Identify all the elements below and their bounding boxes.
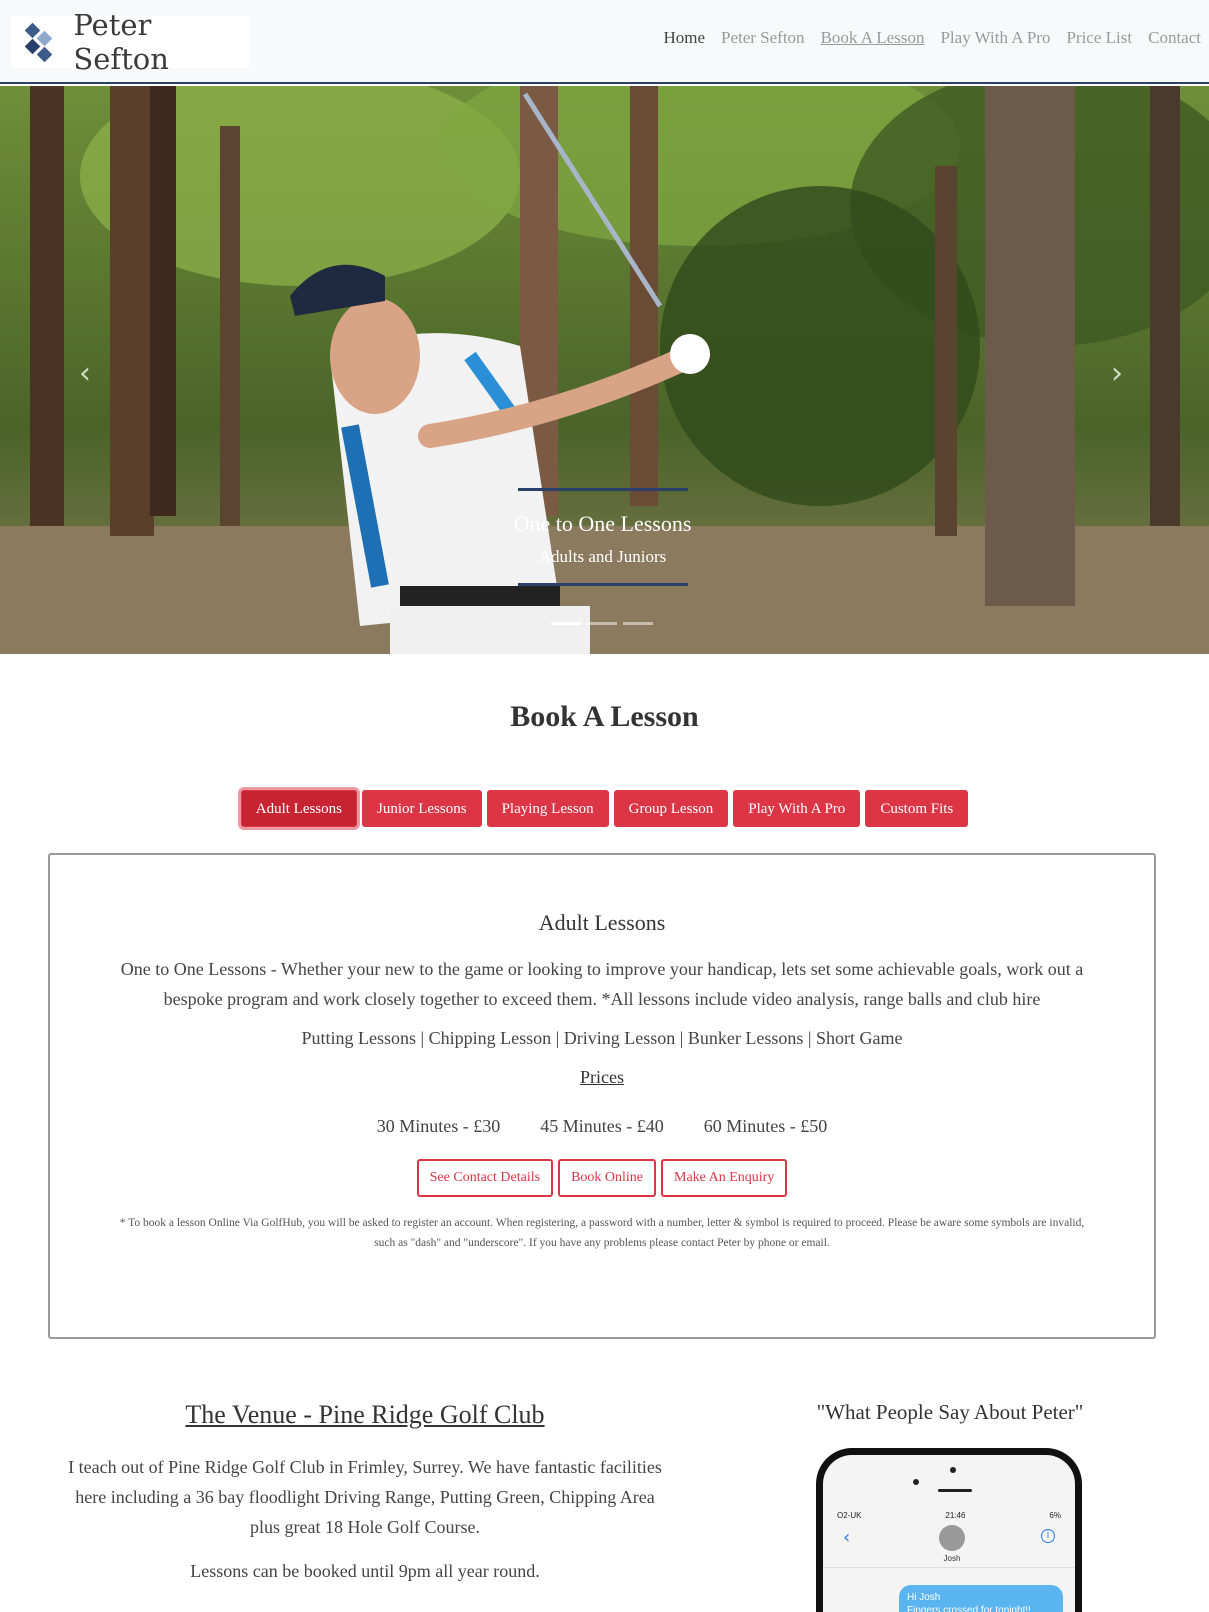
tab-junior-lessons[interactable]: Junior Lessons: [361, 790, 482, 827]
price-list: 30 Minutes - £30 45 Minutes - £40 60 Min…: [50, 1116, 1154, 1137]
tab-playing-lesson[interactable]: Playing Lesson: [486, 790, 609, 827]
price-item: 60 Minutes - £50: [703, 1116, 828, 1136]
book-online-button[interactable]: Book Online: [558, 1159, 657, 1197]
brand[interactable]: Peter Sefton: [11, 8, 249, 76]
phone-carrier: O2-UK: [837, 1511, 862, 1520]
tab-panel-adult-lessons: Adult Lessons One to One Lessons - Wheth…: [48, 853, 1156, 1339]
caption-subtitle: Adults and Juniors: [538, 547, 667, 566]
phone-contact-name: Josh: [943, 1554, 961, 1563]
venue-description: I teach out of Pine Ridge Golf Club in F…: [68, 1457, 662, 1537]
venue-section: The Venue - Pine Ridge Golf Club I teach…: [60, 1400, 670, 1586]
lesson-types: Putting Lessons | Chipping Lesson | Driv…: [301, 1028, 903, 1048]
venue-title[interactable]: The Venue - Pine Ridge Golf Club: [60, 1400, 670, 1430]
reviews-section: "What People Say About Peter" O2-UK 21:4…: [790, 1400, 1110, 1612]
message-line: Fingers crossed for tonight!!: [907, 1605, 1031, 1612]
message-bubble: Hi Josh Fingers crossed for tonight!!: [899, 1585, 1063, 1612]
panel-description: One to One Lessons - Whether your new to…: [120, 959, 1084, 1009]
phone-sensor: [913, 1479, 919, 1485]
carousel-prev-button[interactable]: ‹: [70, 354, 100, 394]
caption-top-rule: [517, 488, 688, 491]
carousel-caption: One to One Lessons Adults and Juniors: [500, 488, 705, 586]
nav-book-a-lesson[interactable]: Book A Lesson: [821, 28, 925, 48]
brand-name: Peter Sefton: [73, 8, 169, 76]
section-title: Book A Lesson: [510, 700, 699, 733]
lesson-tabs: Adult Lessons Junior Lessons Playing Les…: [0, 790, 1209, 827]
tab-play-with-a-pro[interactable]: Play With A Pro: [733, 790, 861, 827]
chevron-left-icon: ‹: [79, 356, 91, 391]
panel-title: Adult Lessons: [538, 910, 666, 935]
tab-custom-fits[interactable]: Custom Fits: [865, 790, 969, 827]
price-item: 30 Minutes - £30: [376, 1116, 501, 1136]
carousel-next-button[interactable]: ›: [1102, 354, 1132, 394]
nav-home[interactable]: Home: [663, 28, 705, 48]
chevron-left-icon: ‹: [843, 1527, 851, 1548]
carousel-indicators: [551, 622, 653, 625]
phone-divider: [823, 1567, 1075, 1568]
carousel-indicator[interactable]: [551, 622, 581, 625]
tab-adult-lessons[interactable]: Adult Lessons: [240, 790, 357, 827]
make-an-enquiry-button[interactable]: Make An Enquiry: [661, 1159, 788, 1197]
caption-title: One to One Lessons: [513, 511, 692, 536]
nav-price-list[interactable]: Price List: [1066, 28, 1132, 48]
phone-battery: 6%: [1049, 1511, 1061, 1520]
phone-screenshot-image: O2-UK 21:46 6% ‹ Josh i Hi Josh Fingers …: [816, 1448, 1082, 1612]
reviews-title: "What People Say About Peter": [816, 1400, 1084, 1424]
phone-status-bar: O2-UK 21:46 6%: [837, 1511, 1061, 1520]
booking-note: * To book a lesson Online Via GolfHub, y…: [119, 1217, 1085, 1249]
chevron-right-icon: ›: [1111, 356, 1123, 391]
phone-time: 21:46: [945, 1511, 966, 1520]
message-line: Hi Josh: [907, 1592, 941, 1603]
venue-hours: Lessons can be booked until 9pm all year…: [190, 1561, 540, 1581]
phone-speaker: [938, 1489, 972, 1492]
nav-contact[interactable]: Contact: [1148, 28, 1201, 48]
tab-group-lesson[interactable]: Group Lesson: [613, 790, 729, 827]
main-nav: Home Peter Sefton Book A Lesson Play Wit…: [663, 28, 1201, 48]
diamond-logo-icon: [21, 21, 61, 63]
nav-play-with-a-pro[interactable]: Play With A Pro: [940, 28, 1050, 48]
carousel-indicator[interactable]: [587, 622, 617, 625]
panel-actions: See Contact Details Book Online Make An …: [50, 1159, 1154, 1197]
site-header: Peter Sefton Home Peter Sefton Book A Le…: [0, 0, 1209, 84]
hero-carousel: ‹ › One to One Lessons Adults and Junior…: [0, 86, 1209, 654]
see-contact-details-button[interactable]: See Contact Details: [416, 1159, 554, 1197]
avatar: [939, 1525, 965, 1551]
price-item: 45 Minutes - £40: [540, 1116, 664, 1136]
info-icon: i: [1041, 1529, 1055, 1543]
phone-camera: [950, 1467, 956, 1473]
nav-peter-sefton[interactable]: Peter Sefton: [721, 28, 805, 48]
prices-link[interactable]: Prices: [580, 1067, 624, 1088]
carousel-indicator[interactable]: [623, 622, 653, 625]
caption-bottom-rule: [517, 583, 688, 586]
